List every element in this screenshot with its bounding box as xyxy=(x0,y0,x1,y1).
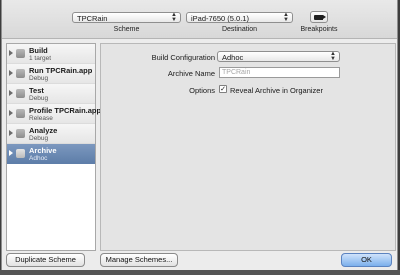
toolbar: TPCRain ▲ ▼ Scheme iPad-7650 (5.0.1) ▲ ▼ D… xyxy=(2,0,397,39)
archive-settings-pane: Build Configuration Adhoc ▲ ▼ Archive Nam… xyxy=(100,43,396,251)
ok-button[interactable]: OK xyxy=(341,253,392,267)
edit-scheme-sheet: TPCRain ▲ ▼ Scheme iPad-7650 (5.0.1) ▲ ▼ D… xyxy=(1,0,398,274)
disclosure-triangle-icon[interactable] xyxy=(9,110,13,116)
archive-name-field[interactable]: TPCRain xyxy=(219,67,340,78)
disclosure-triangle-icon[interactable] xyxy=(9,50,13,56)
breakpoints-label: Breakpoints xyxy=(300,26,338,33)
disclosure-triangle-icon[interactable] xyxy=(9,90,13,96)
breakpoint-arrow-icon xyxy=(314,14,326,20)
destination-popup[interactable]: iPad-7650 (5.0.1) ▲ ▼ xyxy=(186,12,293,23)
scheme-label: Scheme xyxy=(113,26,140,33)
action-subtitle: Release xyxy=(29,114,53,122)
reveal-archive-checkbox[interactable]: ✓ xyxy=(219,85,227,93)
analyze-icon xyxy=(16,129,25,138)
action-build[interactable]: Build 1 target xyxy=(7,44,95,64)
action-subtitle: Adhoc xyxy=(29,154,48,162)
disclosure-triangle-icon[interactable] xyxy=(9,70,13,76)
build-configuration-value: Adhoc xyxy=(222,53,244,62)
manage-schemes-button[interactable]: Manage Schemes... xyxy=(100,253,178,267)
profile-icon xyxy=(16,109,25,118)
test-icon xyxy=(16,89,25,98)
build-configuration-label: Build Configuration xyxy=(151,53,215,62)
disclosure-triangle-icon[interactable] xyxy=(9,130,13,136)
options-label: Options xyxy=(189,86,215,95)
action-test[interactable]: Test Debug xyxy=(7,84,95,104)
action-subtitle: Debug xyxy=(29,74,49,82)
breakpoints-button[interactable] xyxy=(310,11,328,23)
background-window-edge xyxy=(0,270,400,275)
run-icon xyxy=(16,69,25,78)
checkmark-icon: ✓ xyxy=(220,86,226,93)
archive-icon xyxy=(16,149,25,158)
action-subtitle: Debug xyxy=(29,134,49,142)
archive-name-label: Archive Name xyxy=(167,69,215,78)
scheme-popup-value: TPCRain xyxy=(77,14,108,23)
build-configuration-popup[interactable]: Adhoc ▲ ▼ xyxy=(217,51,340,62)
action-subtitle: 1 target xyxy=(29,54,52,62)
popup-arrows-icon: ▲ ▼ xyxy=(171,12,177,23)
scheme-popup[interactable]: TPCRain ▲ ▼ xyxy=(72,12,181,23)
action-run[interactable]: Run TPCRain.app Debug xyxy=(7,64,95,84)
duplicate-scheme-button[interactable]: Duplicate Scheme xyxy=(6,253,85,267)
destination-label: Destination xyxy=(221,26,258,33)
reveal-archive-label[interactable]: Reveal Archive in Organizer xyxy=(230,86,323,95)
build-icon xyxy=(16,49,25,58)
action-archive[interactable]: Archive Adhoc xyxy=(7,144,95,164)
action-subtitle: Debug xyxy=(29,94,49,102)
popup-arrows-icon: ▲ ▼ xyxy=(330,51,336,62)
popup-arrows-icon: ▲ ▼ xyxy=(283,12,289,23)
scheme-actions-list: Build 1 target Run TPCRain.app Debug Tes… xyxy=(6,43,101,251)
disclosure-triangle-icon[interactable] xyxy=(9,150,13,156)
destination-popup-value: iPad-7650 (5.0.1) xyxy=(191,14,249,23)
action-analyze[interactable]: Analyze Debug xyxy=(7,124,95,144)
action-profile[interactable]: Profile TPCRain.app Release xyxy=(7,104,101,124)
